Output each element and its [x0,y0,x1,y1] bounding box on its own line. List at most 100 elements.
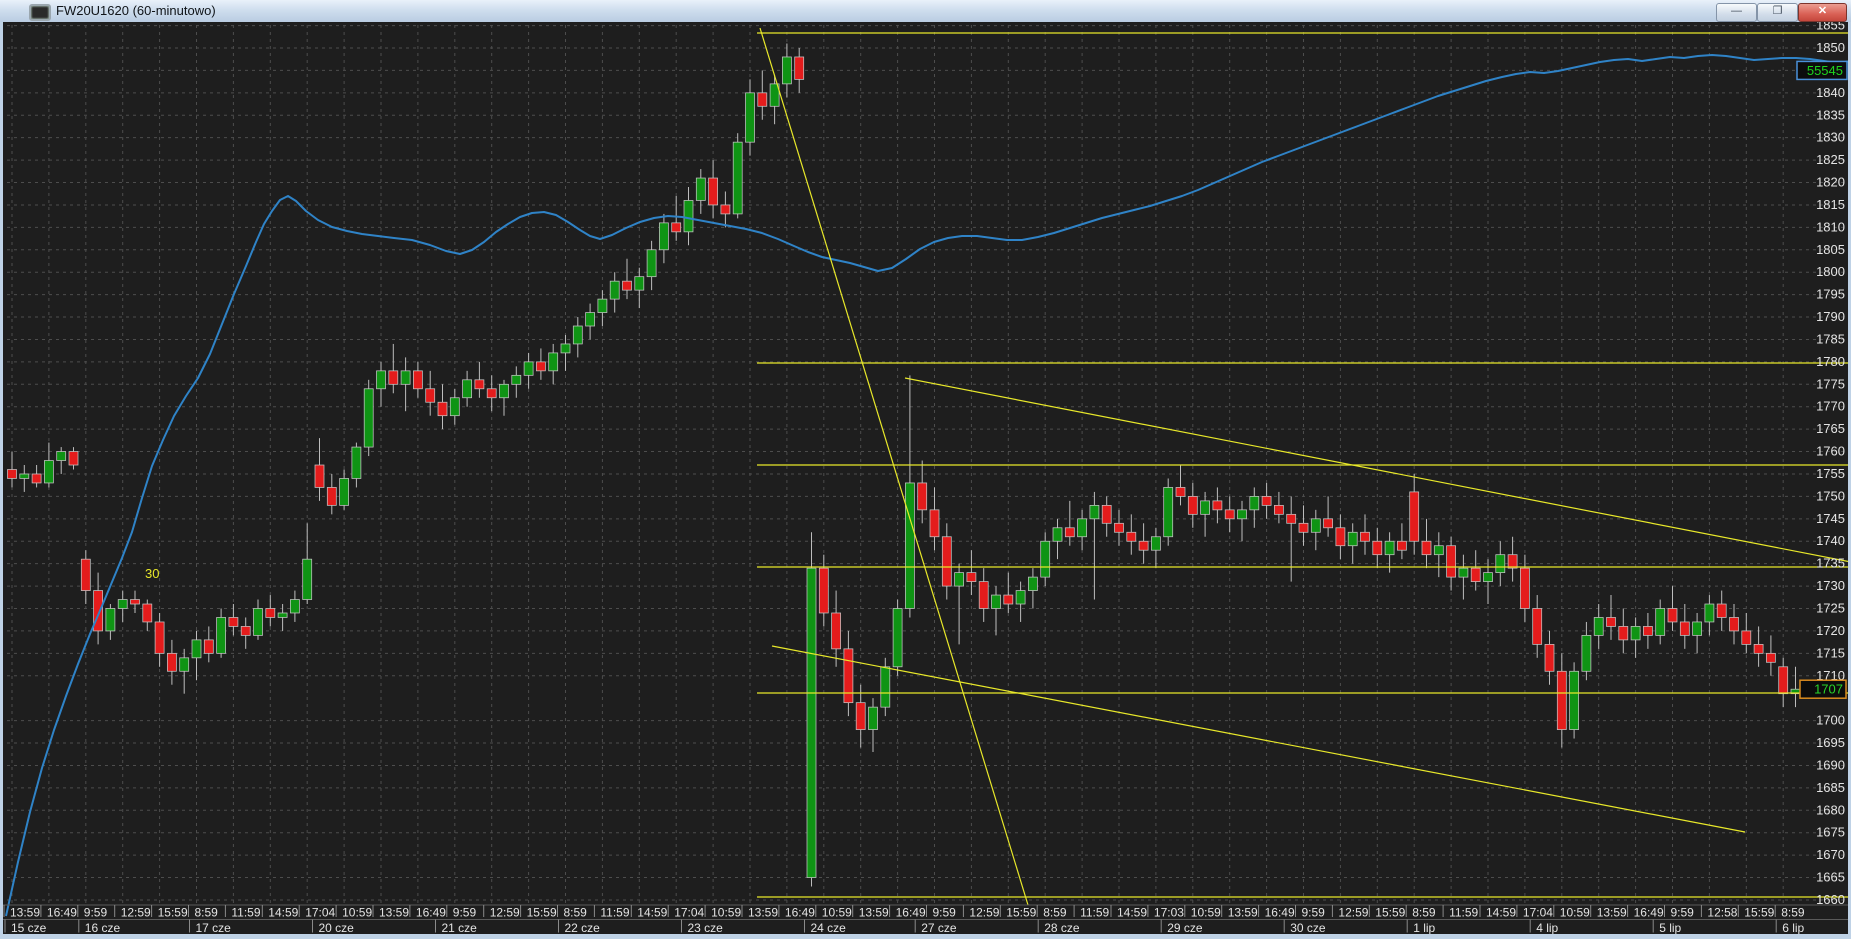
candlestick-chart[interactable]: 30 1855 1850 1840 1835 1830 1825 1820 1815 1810 18… [0,18,1851,935]
candle-down [1224,509,1235,520]
date-axis-label: 28 cze [1044,921,1080,934]
price-tick-label: 1675 [1816,825,1845,840]
time-axis-label: 16:49 [416,906,446,920]
time-axis-label: 16:49 [896,906,926,920]
price-tick-label: 1810 [1816,219,1845,234]
time-axis-label: 12:59 [490,906,520,920]
price-tick-label: 1765 [1816,421,1845,436]
time-axis-label: 17:04 [1523,906,1553,920]
candle-up [1040,540,1051,578]
time-axis-label: 8:59 [195,906,219,920]
candle-up [191,639,202,659]
price-tick-label: 1720 [1816,623,1845,638]
price-tick-label: 1800 [1816,264,1845,279]
candle-up [1249,496,1260,511]
candle-down [1212,500,1223,511]
candle-up [1433,545,1444,556]
candle-down [80,558,91,591]
open-interest-value: 55545 [1807,63,1843,78]
candle-up [179,657,190,672]
time-axis-label: 11:59 [231,906,260,920]
candle-down [1667,608,1678,623]
candle-up [1200,500,1210,515]
title-bar[interactable]: FW20U1620 (60-minutowo) — ❐ ✕ [0,0,1851,23]
candle-up [1593,617,1604,636]
price-tick-label: 1855 [1816,22,1845,33]
candle-up [659,222,669,251]
candle-down [1323,518,1333,529]
candle-down [917,482,928,511]
date-axis-label: 16 cze [85,921,121,934]
candle-up [1077,518,1087,538]
candle-up [905,482,915,609]
candle-up [1569,670,1579,730]
price-tick-label: 1685 [1816,780,1845,795]
time-axis-label: 9:59 [933,906,957,920]
price-tick-label: 1770 [1816,399,1845,414]
minimize-button[interactable]: — [1716,3,1757,22]
restore-button[interactable]: ❐ [1757,3,1798,22]
candle-up [277,612,288,618]
candle-down [1101,504,1112,524]
candle-up [400,370,411,385]
close-icon: ✕ [1817,5,1828,17]
date-axis-label: 1 lip [1413,921,1435,934]
price-tick-label: 1790 [1816,309,1845,324]
candle-up [1704,603,1715,623]
candle-down [1261,496,1272,506]
price-tick-label: 1690 [1816,757,1845,772]
time-axis-label: 12:59 [121,906,151,920]
time-axis-label: 15:59 [1744,906,1774,920]
price-tick-label: 1795 [1816,287,1845,302]
time-axis-label: 11:59 [1449,906,1478,920]
time-axis-label: 12:59 [969,906,999,920]
candle-down [1716,603,1727,618]
candle-up [1151,536,1161,551]
time-axis-label: 17:03 [1154,906,1184,920]
candle-down [1286,513,1297,524]
price-tick-label: 1680 [1816,802,1845,817]
candle-up [1347,531,1358,547]
price-tick-label: 1780 [1816,354,1845,369]
time-axis-label: 10:59 [711,906,741,920]
candle-up [695,177,706,201]
candle-up [1237,509,1247,520]
candle-down [831,612,841,650]
candle-up [634,276,645,291]
price-tick-label: 1700 [1816,713,1845,728]
candle-up [782,56,792,85]
time-axis-label: 17:04 [674,906,704,920]
candle-up [253,608,263,636]
candle-down [240,626,251,636]
price-tick-label: 1760 [1816,444,1845,459]
candle-down [1741,630,1752,645]
candle-down [1544,643,1555,672]
price-tick-label: 1670 [1816,847,1845,862]
date-axis-label: 20 cze [319,921,355,934]
price-chart-canvas[interactable]: 30 1855 1850 1840 1835 1830 1825 1820 1815 1810 18… [0,18,1851,935]
candle-down [7,469,17,479]
candle-down [1003,594,1014,605]
price-tick-label: 1665 [1816,870,1845,885]
candle-down [154,621,165,654]
candle-down [1753,643,1764,654]
candle-down [966,572,977,582]
candle-up [1483,572,1493,582]
price-tick-label: 1850 [1816,40,1845,55]
date-axis-label: 23 cze [688,921,724,934]
close-button[interactable]: ✕ [1798,3,1847,22]
candle-down [1372,540,1383,556]
candle-down [1274,504,1284,515]
candle-up [1089,504,1100,520]
candle-up [560,343,571,354]
candle-up [44,460,54,484]
candle-down [1397,540,1407,551]
candle-down [1360,531,1370,542]
candle-down [708,177,718,206]
candle-down [31,473,42,484]
candle-up [868,706,878,730]
steep-downtrend-line[interactable] [759,27,1029,906]
time-axis-label: 10:59 [342,906,372,920]
time-axis-label: 8:59 [1781,906,1805,920]
date-axis-label: 21 cze [442,921,478,934]
